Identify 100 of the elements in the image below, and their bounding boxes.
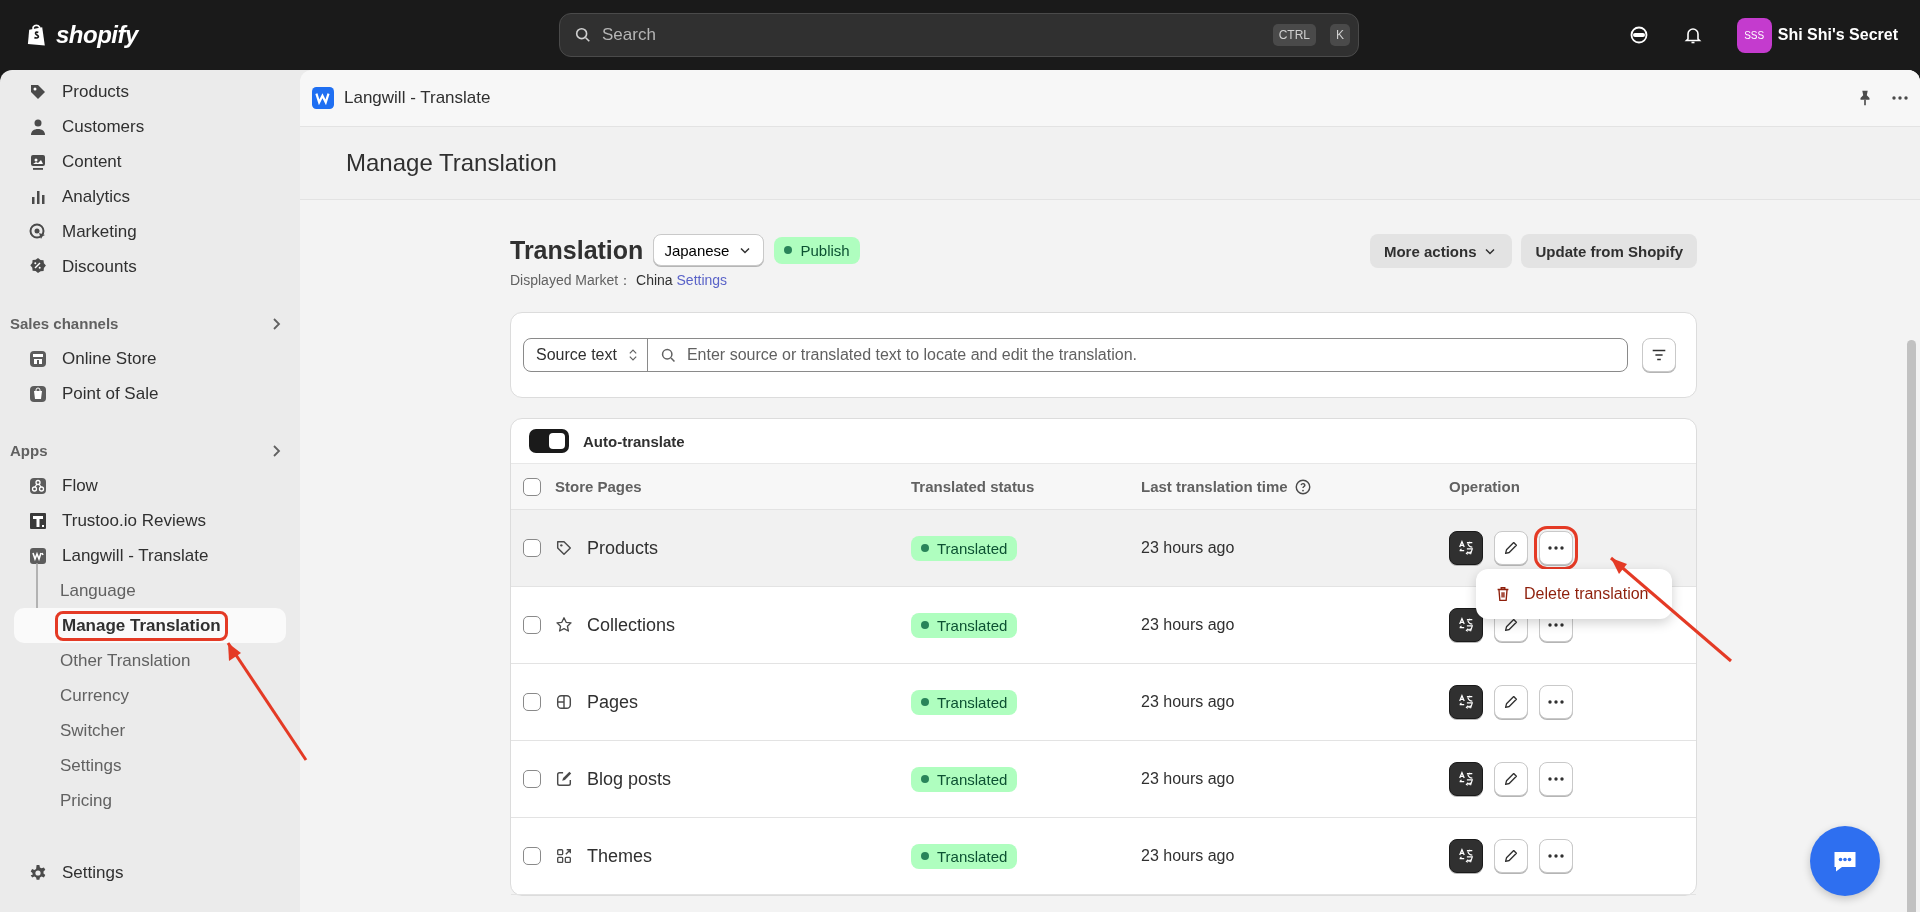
apps-grid-icon (555, 847, 573, 865)
star-icon (555, 616, 573, 634)
nav-item[interactable]: Analytics (14, 179, 286, 214)
more-icon (1548, 700, 1564, 704)
nav-item[interactable]: Products (14, 74, 286, 109)
toggle-switch[interactable] (529, 429, 569, 453)
nav-item[interactable]: Currency (14, 678, 286, 713)
layout-icon (555, 693, 573, 711)
more-button[interactable] (1539, 685, 1573, 719)
checkbox[interactable] (523, 539, 541, 557)
nav-item[interactable]: Customers (14, 109, 286, 144)
page-title: Manage Translation (346, 149, 557, 177)
nav-item[interactable]: Marketing (14, 214, 286, 249)
status-badge: Translated (911, 535, 1018, 561)
logo-text: shopify (56, 21, 138, 49)
shortcut-key: K (1330, 24, 1350, 46)
translate-button[interactable] (1449, 531, 1483, 565)
status-badge: Translated (911, 766, 1018, 792)
time-text: 23 hours ago (1141, 693, 1236, 711)
edit-button[interactable] (1494, 685, 1528, 719)
column-header: Store Pages (555, 478, 642, 495)
settings-icon (28, 862, 48, 883)
translate-button[interactable] (1449, 762, 1483, 796)
market-label: Displayed Market： (510, 272, 633, 288)
more-icon (1548, 854, 1564, 858)
table-row[interactable]: Blog posts Translated 23 hours ago (511, 741, 1696, 818)
nav-item[interactable]: Online Store (14, 341, 286, 376)
translate-button[interactable] (1449, 685, 1483, 719)
app-logo-icon (28, 545, 48, 566)
shortcut-key: CTRL (1272, 24, 1316, 46)
translate-button[interactable] (1449, 839, 1483, 873)
more-button[interactable] (1539, 839, 1573, 873)
status-badge: Translated (911, 843, 1018, 869)
more-button[interactable] (1539, 762, 1573, 796)
filter-button[interactable] (1642, 338, 1676, 372)
time-text: 23 hours ago (1141, 847, 1236, 865)
nav-item[interactable]: Trustoo.io Reviews (14, 503, 286, 538)
translate-icon (1457, 616, 1475, 634)
search-field[interactable]: Search CTRL K (559, 13, 1359, 57)
bell-icon (1682, 25, 1703, 45)
edit-button[interactable] (1494, 531, 1528, 565)
store-name[interactable]: Shi Shi's Secret (1777, 26, 1898, 44)
search-icon (659, 346, 677, 364)
edit-button[interactable] (1494, 762, 1528, 796)
store-avatar[interactable]: SSS (1736, 17, 1772, 53)
app-logo-icon (312, 87, 334, 109)
translate-icon (1457, 847, 1475, 865)
pencil-icon (1502, 770, 1520, 788)
language-dropdown[interactable]: Japanese (653, 234, 765, 266)
nav-item[interactable]: Pricing (14, 783, 286, 818)
nav-item[interactable]: Discounts (14, 249, 286, 284)
nav-item[interactable]: Language (14, 573, 286, 608)
checkbox[interactable] (523, 770, 541, 788)
scrollbar[interactable] (1907, 340, 1916, 912)
status-badge: Translated (911, 689, 1018, 715)
section-title: Sales channels (10, 315, 119, 332)
more-actions-button[interactable]: More actions (1369, 234, 1513, 268)
checkbox[interactable] (523, 847, 541, 865)
time-text: 23 hours ago (1141, 616, 1236, 634)
more-icon (1548, 777, 1564, 781)
page-name: Themes (587, 845, 653, 867)
more-icon (1548, 623, 1564, 627)
pencil-icon (1502, 693, 1520, 711)
checkbox[interactable] (523, 693, 541, 711)
help-icon (1293, 477, 1312, 496)
nav-item[interactable]: Settings (14, 748, 286, 783)
page-name: Collections (587, 614, 676, 636)
market-value: China (636, 272, 673, 288)
nav-item[interactable]: Content (14, 144, 286, 179)
column-header: Translated status (911, 478, 1036, 495)
edit-square-icon (555, 770, 573, 788)
nav-item[interactable]: Switcher (14, 713, 286, 748)
translate-button[interactable] (1449, 608, 1483, 642)
more-icon (1548, 546, 1564, 550)
app-title: Langwill - Translate (344, 88, 491, 108)
page-name: Products (587, 537, 659, 559)
status-badge: Publish (774, 236, 860, 264)
nav-item[interactable]: Flow (14, 468, 286, 503)
search-input[interactable]: Enter source or translated text to locate and edit the translation. (647, 346, 1627, 364)
nav-item[interactable]: Langwill - Translate (14, 538, 286, 573)
more-icon (1892, 96, 1908, 100)
checkbox[interactable] (523, 477, 541, 496)
page-name: Blog posts (587, 768, 672, 790)
edit-button[interactable] (1494, 839, 1528, 873)
column-header: Operation (1449, 478, 1521, 495)
scope-select[interactable]: Source text (524, 339, 648, 371)
column-header: Last translation time (1141, 478, 1288, 495)
nav-item[interactable]: Point of Sale (14, 376, 286, 411)
table-row[interactable]: Products Translated 23 hours ago (511, 510, 1696, 587)
checkbox[interactable] (523, 616, 541, 634)
pencil-icon (1502, 539, 1520, 557)
nav-item[interactable]: Settings (14, 855, 286, 890)
update-button[interactable]: Update from Shopify (1521, 234, 1697, 268)
table-row[interactable]: Pages Translated 23 hours ago (511, 664, 1696, 741)
time-text: 23 hours ago (1141, 770, 1236, 788)
nav-item[interactable]: Manage Translation (14, 608, 286, 643)
nav-item[interactable]: Other Translation (14, 643, 286, 678)
table-row[interactable]: Themes Translated 23 hours ago (511, 818, 1696, 895)
toggle-label: Auto-translate (583, 432, 685, 450)
settings-link[interactable]: Settings (676, 272, 728, 288)
